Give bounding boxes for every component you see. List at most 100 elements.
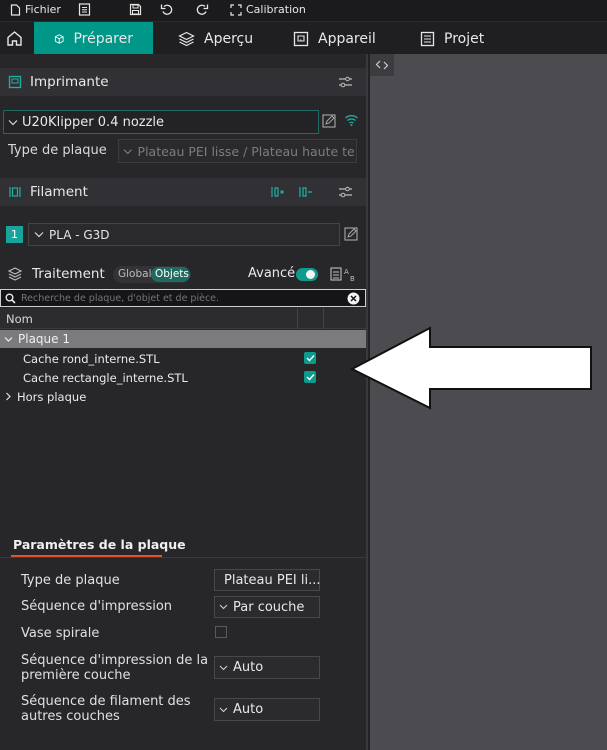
settings-sliders-icon[interactable] — [338, 75, 353, 89]
chevron-down-icon — [34, 232, 44, 238]
plate-row[interactable]: Plaque 1 — [0, 330, 366, 348]
process-section-header: Traitement Global Objets Avancé AB — [0, 260, 366, 288]
document-icon[interactable] — [78, 3, 91, 16]
label-line: Séquence d'impression de la — [21, 653, 209, 668]
label-line: première couche — [21, 668, 131, 683]
tab-plate-params[interactable]: Paramètres de la plaque — [13, 537, 186, 552]
file-icon — [10, 3, 21, 16]
cube-icon — [54, 33, 64, 44]
chevron-down-icon — [8, 119, 18, 125]
svg-text:A: A — [344, 268, 349, 276]
calibration-icon — [230, 3, 242, 16]
remove-filament-icon[interactable] — [298, 185, 313, 199]
param-other-layers-sequence-select[interactable]: Auto — [214, 698, 320, 721]
edit-icon[interactable] — [344, 227, 358, 241]
list-item[interactable]: Cache rectangle_interne.STL — [0, 368, 366, 387]
column-divider — [323, 308, 324, 329]
object-name: Cache rectangle_interne.STL — [23, 370, 188, 385]
filament-select-value: PLA - G3D — [49, 227, 110, 242]
toggle-objects-pill[interactable]: Objets — [151, 267, 190, 282]
object-visible-checkbox[interactable] — [304, 371, 316, 383]
tab-preview-label: Aperçu — [204, 30, 254, 47]
process-section-title: Traitement — [32, 266, 105, 282]
tab-project[interactable]: Projet — [420, 22, 484, 55]
toggle-objects: Objets — [155, 268, 189, 280]
redo-icon[interactable] — [195, 3, 209, 16]
object-list-header: Nom — [0, 308, 366, 329]
plate-type-select[interactable]: Plateau PEI lisse / Plateau haute te... — [118, 139, 357, 163]
filament-slot-badge[interactable]: 1 — [6, 226, 23, 243]
advanced-label: Avancé — [248, 266, 296, 281]
param-spiral-vase-label: Vase spirale — [21, 626, 100, 641]
tab-device[interactable]: Appareil — [293, 22, 376, 55]
collapse-sidebar-button[interactable] — [370, 54, 394, 76]
scope-toggle[interactable]: Global Objets — [113, 266, 191, 283]
label-line: Séquence de filament des — [21, 694, 191, 709]
checkmark-icon — [306, 374, 315, 381]
annotation-arrow-icon — [349, 326, 592, 410]
compare-icon[interactable]: AB — [330, 266, 358, 283]
printer-select[interactable]: U20Klipper 0.4 nozzle — [3, 110, 319, 134]
toggle-global[interactable]: Global — [118, 268, 152, 280]
checkmark-icon — [306, 355, 315, 362]
calibration-label: Calibration — [246, 3, 306, 16]
wifi-icon[interactable] — [344, 113, 359, 127]
param-plate-type-select[interactable]: Plateau PEI li... — [214, 569, 321, 591]
off-plate-label: Hors plaque — [17, 389, 87, 404]
layers-icon — [178, 31, 195, 46]
printer-section-title: Imprimante — [30, 74, 109, 90]
printer-section-header: Imprimante — [0, 68, 366, 96]
chevron-down-icon — [123, 148, 132, 154]
svg-text:B: B — [350, 275, 355, 283]
clear-search-icon[interactable] — [347, 292, 360, 305]
tab-prepare[interactable]: Préparer — [34, 22, 153, 55]
advanced-switch[interactable] — [296, 268, 318, 281]
tab-prepare-label: Préparer — [73, 30, 133, 47]
param-print-sequence-value: Par couche — [233, 599, 305, 615]
search-icon — [5, 293, 16, 304]
column-name-header[interactable]: Nom — [6, 312, 33, 326]
param-plate-type-value: Plateau PEI li... — [224, 572, 321, 588]
file-menu[interactable]: Fichier — [10, 3, 61, 16]
plate-row-label: Plaque 1 — [18, 332, 70, 346]
param-plate-type-label: Type de plaque — [21, 573, 120, 588]
plate-type-value: Plateau PEI lisse / Plateau haute te... — [137, 143, 356, 159]
param-print-sequence-select[interactable]: Par couche — [214, 596, 320, 618]
param-first-layer-sequence-label: Séquence d'impression de la première cou… — [21, 653, 208, 683]
home-icon[interactable] — [6, 30, 23, 46]
chevron-down-icon — [219, 665, 228, 670]
edit-icon[interactable] — [322, 114, 336, 128]
label-line: autres couches — [21, 709, 120, 724]
object-search-input[interactable] — [21, 292, 341, 304]
filament-icon — [9, 187, 21, 197]
column-divider — [297, 308, 298, 329]
filament-section-header: Filament — [0, 178, 366, 206]
device-icon — [293, 31, 309, 46]
tab-preview[interactable]: Aperçu — [178, 22, 253, 55]
plate-type-label: Type de plaque — [8, 143, 107, 158]
object-name: Cache rond_interne.STL — [23, 351, 160, 366]
file-menu-label: Fichier — [25, 3, 61, 16]
filament-section-title: Filament — [30, 184, 88, 200]
switch-knob — [306, 270, 315, 279]
chevron-down-icon — [219, 604, 228, 610]
settings-sliders-icon[interactable] — [338, 185, 353, 199]
object-search-bar[interactable] — [0, 289, 366, 307]
param-other-layers-sequence-label: Séquence de filament des autres couches — [21, 694, 191, 724]
save-icon[interactable] — [129, 3, 142, 16]
off-plate-row[interactable]: Hors plaque — [0, 387, 366, 406]
filament-select[interactable]: PLA - G3D — [28, 223, 340, 246]
undo-icon[interactable] — [160, 3, 174, 16]
tab-underline — [11, 555, 162, 557]
param-print-sequence-label: Séquence d'impression — [21, 599, 173, 614]
add-filament-icon[interactable] — [270, 185, 285, 199]
object-visible-checkbox[interactable] — [304, 352, 316, 364]
chevron-down-icon — [219, 707, 228, 712]
list-item[interactable]: Cache rond_interne.STL — [0, 349, 366, 368]
calibration-menu[interactable]: Calibration — [230, 3, 306, 16]
param-first-layer-sequence-select[interactable]: Auto — [214, 656, 320, 679]
spiral-vase-checkbox[interactable] — [215, 626, 227, 638]
param-first-layer-sequence-value: Auto — [233, 660, 264, 675]
printer-icon — [8, 75, 22, 89]
chevron-down-icon — [4, 336, 13, 342]
